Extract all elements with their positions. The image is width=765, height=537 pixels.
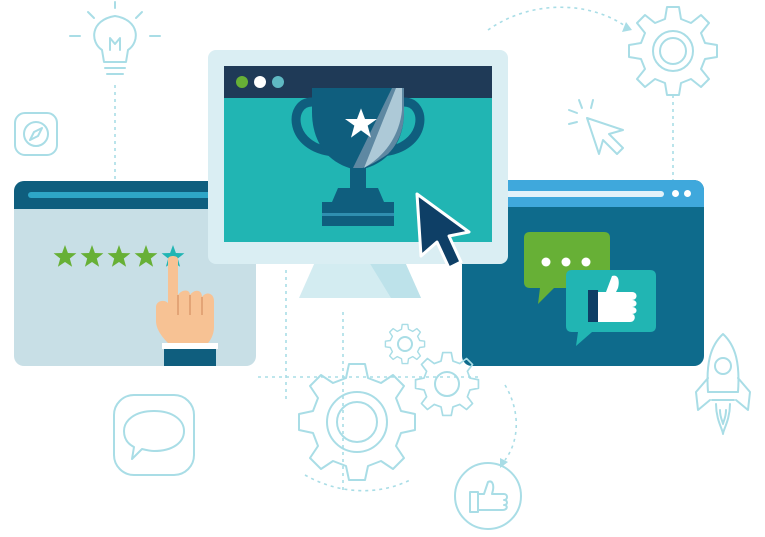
window-dot-green — [236, 76, 248, 88]
monitor-stand — [299, 262, 421, 298]
star-icon — [107, 245, 131, 267]
star-icon — [80, 245, 104, 267]
dashed-arc — [504, 384, 518, 461]
window-dot — [684, 190, 691, 197]
dashed-arc — [487, 6, 629, 31]
cursor-click-icon — [568, 99, 624, 155]
window-dot-white — [254, 76, 266, 88]
gear-icon — [628, 6, 718, 96]
chat-bubble-icon — [113, 394, 195, 476]
compass-icon — [14, 112, 58, 156]
thumbs-up-icon — [454, 462, 522, 530]
window-dot-teal — [272, 76, 284, 88]
cursor-arrow-icon — [415, 192, 471, 270]
titlebar-accent-bar — [504, 191, 664, 197]
titlebar-accent-bar — [28, 192, 228, 198]
star-icon — [53, 245, 77, 267]
pointing-hand-icon — [156, 256, 218, 366]
lightbulb-icon — [69, 1, 161, 75]
trophy-icon — [291, 88, 425, 226]
star-icon — [345, 108, 377, 138]
thumbs-up-icon — [566, 270, 656, 346]
window-dot — [672, 190, 679, 197]
rocket-icon — [695, 333, 751, 435]
